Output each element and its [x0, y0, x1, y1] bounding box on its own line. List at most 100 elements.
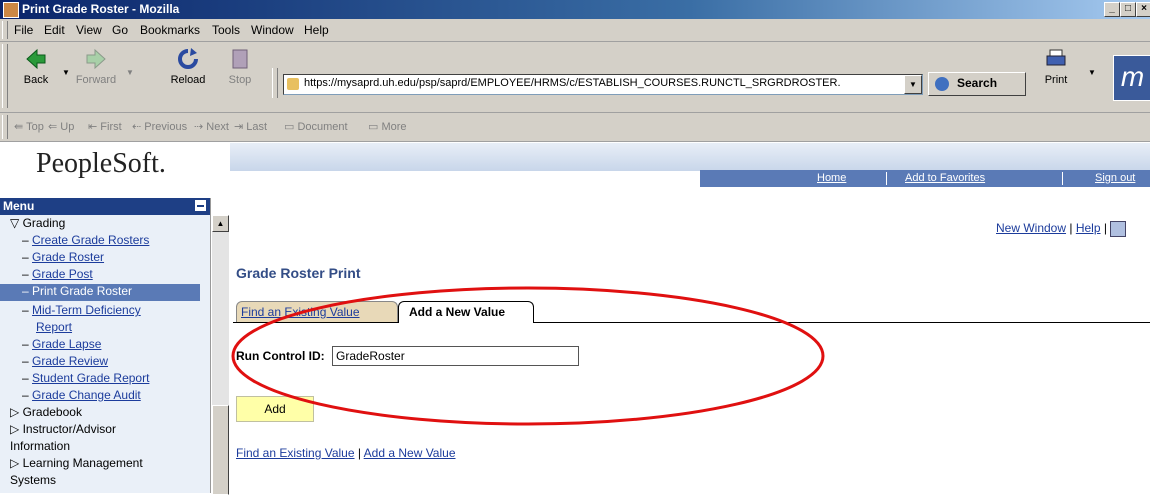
menu-item-grade-change-audit[interactable]: – Grade Change Audit — [22, 388, 141, 402]
window-title: Print Grade Roster - Mozilla — [22, 2, 180, 16]
forward-label: Forward — [75, 74, 117, 86]
back-arrow-icon — [26, 48, 46, 70]
home-link[interactable]: Home — [817, 172, 846, 184]
minimize-button[interactable]: _ — [1104, 2, 1120, 17]
nav-first: ⇤ First — [88, 121, 122, 133]
print-button[interactable]: Print — [1034, 46, 1078, 102]
menu-item-print-grade-roster[interactable]: – Print Grade Roster — [0, 284, 200, 301]
menu-header: Menu — [0, 198, 210, 215]
menu-window[interactable]: Window — [251, 23, 294, 37]
toolbar-grip[interactable] — [2, 115, 8, 139]
back-dropdown-icon[interactable]: ▼ — [62, 68, 70, 77]
divider — [886, 172, 887, 185]
window-title-bar: Print Grade Roster - Mozilla _ □ × — [0, 0, 1150, 19]
add-new-value-link[interactable]: Add a New Value — [364, 446, 456, 460]
menu-edit[interactable]: Edit — [44, 23, 65, 37]
menu-item-grade-review[interactable]: – Grade Review — [22, 354, 108, 368]
stop-button[interactable]: Stop — [218, 46, 262, 102]
menu-tools[interactable]: Tools — [212, 23, 240, 37]
menu-view[interactable]: View — [76, 23, 102, 37]
menu-section-grading[interactable]: ▽ Grading — [10, 216, 65, 230]
add-to-favorites-link[interactable]: Add to Favorites — [905, 172, 985, 184]
stop-icon — [232, 49, 248, 69]
navigation-toolbar: Back ▼ Forward ▼ Reload Stop https://mys… — [0, 42, 1150, 113]
menu-title: Menu — [3, 199, 35, 213]
help-link[interactable]: Help — [1076, 221, 1101, 235]
search-label: Search — [957, 76, 998, 90]
tab-add-new-value[interactable]: Add a New Value — [398, 301, 534, 323]
http-icon[interactable] — [1110, 221, 1127, 237]
nav-previous: ⇠ Previous — [132, 121, 188, 133]
menu-go[interactable]: Go — [112, 23, 128, 37]
tab-find-existing-value[interactable]: Find an Existing Value — [236, 301, 398, 322]
site-icon — [287, 78, 299, 90]
reload-icon — [178, 48, 198, 69]
menu-bar: File Edit View Go Bookmarks Tools Window… — [0, 19, 1150, 42]
menu-folder-systems[interactable]: Systems — [10, 473, 56, 487]
mozilla-throbber-icon[interactable]: m — [1113, 55, 1150, 101]
menu-item-student-grade-report[interactable]: – Student Grade Report — [22, 371, 149, 385]
stop-label: Stop — [228, 74, 252, 86]
maximize-button[interactable]: □ — [1120, 2, 1136, 17]
menu-item-grade-lapse[interactable]: – Grade Lapse — [22, 337, 101, 351]
menu-folder-gradebook[interactable]: ▷ Gradebook — [10, 405, 82, 419]
header-banner — [230, 143, 1150, 171]
forward-dropdown-icon[interactable]: ▼ — [126, 68, 134, 77]
toolbar-grip[interactable] — [2, 44, 8, 108]
search-button[interactable]: Search — [928, 72, 1026, 96]
print-dropdown-icon[interactable]: ▼ — [1088, 68, 1096, 77]
new-window-link[interactable]: New Window — [996, 221, 1066, 235]
reload-button[interactable]: Reload — [166, 46, 210, 102]
close-button[interactable]: × — [1136, 2, 1150, 17]
back-button[interactable]: Back — [14, 46, 58, 102]
nav-top: ⇚ Top — [14, 121, 44, 133]
page-title: Grade Roster Print — [236, 265, 361, 281]
collapsed-triangle-icon: ▷ — [10, 456, 20, 470]
url-dropdown-icon[interactable]: ▼ — [904, 75, 922, 94]
menu-help[interactable]: Help — [304, 23, 329, 37]
scrollbar-thumb[interactable] — [212, 405, 229, 495]
menu-item-grade-roster[interactable]: – Grade Roster — [22, 250, 104, 264]
printer-icon — [1046, 49, 1066, 66]
sign-out-link[interactable]: Sign out — [1095, 172, 1135, 184]
menu-file[interactable]: File — [14, 23, 33, 37]
url-text[interactable]: https://mysaprd.uh.edu/psp/saprd/EMPLOYE… — [304, 77, 899, 89]
nav-document: ▭ Document — [284, 121, 348, 133]
collapsed-triangle-icon: ▷ — [10, 405, 20, 419]
back-label: Back — [23, 74, 49, 86]
menu-bookmarks[interactable]: Bookmarks — [140, 23, 200, 37]
divider — [1062, 172, 1063, 185]
menu-item-grade-post[interactable]: – Grade Post — [22, 267, 93, 281]
find-existing-value-link[interactable]: Find an Existing Value — [236, 446, 355, 460]
run-control-id-input[interactable] — [332, 346, 579, 366]
bottom-links: Find an Existing Value | Add a New Value — [236, 446, 456, 460]
menu-folder-instructor-advisor[interactable]: ▷ Instructor/Advisor — [10, 422, 116, 436]
app-icon — [3, 2, 19, 18]
site-navigation-toolbar: ⇚ Top ⇐ Up ⇤ First ⇠ Previous ⇢ Next ⇥ L… — [0, 113, 1150, 142]
urlbar-grip[interactable] — [272, 68, 278, 98]
minimize-menu-icon[interactable] — [195, 200, 206, 211]
print-label: Print — [1044, 74, 1068, 86]
peoplesoft-logo: PeopleSoft. — [36, 148, 166, 179]
url-bar[interactable]: https://mysaprd.uh.edu/psp/saprd/EMPLOYE… — [283, 74, 923, 95]
menu-item-mid-term-deficiency[interactable]: – Mid-Term Deficiency — [22, 303, 141, 317]
top-links: New Window | Help | — [996, 221, 1127, 237]
menu-item-report[interactable]: Report — [36, 320, 72, 334]
expanded-triangle-icon: ▽ — [10, 216, 20, 230]
menu-item-create-grade-rosters[interactable]: – Create Grade Rosters — [22, 233, 149, 247]
search-icon — [935, 77, 949, 91]
menu-folder-learning-management[interactable]: ▷ Learning Management — [10, 456, 143, 470]
collapsed-triangle-icon: ▷ — [10, 422, 20, 436]
forward-button[interactable]: Forward — [74, 46, 118, 102]
run-control-label: Run Control ID: — [236, 349, 325, 363]
menu-folder-information[interactable]: Information — [10, 439, 70, 453]
forward-arrow-icon — [86, 48, 106, 70]
add-button[interactable]: Add — [236, 396, 314, 422]
nav-next: ⇢ Next — [194, 121, 229, 133]
scroll-up-icon[interactable]: ▲ — [212, 215, 229, 232]
nav-up: ⇐ Up — [48, 121, 75, 133]
toolbar-grip[interactable] — [2, 21, 8, 39]
header-links: Home Add to Favorites Sign out — [700, 170, 1150, 187]
reload-label: Reload — [170, 74, 206, 86]
tab-divider — [233, 322, 1150, 323]
